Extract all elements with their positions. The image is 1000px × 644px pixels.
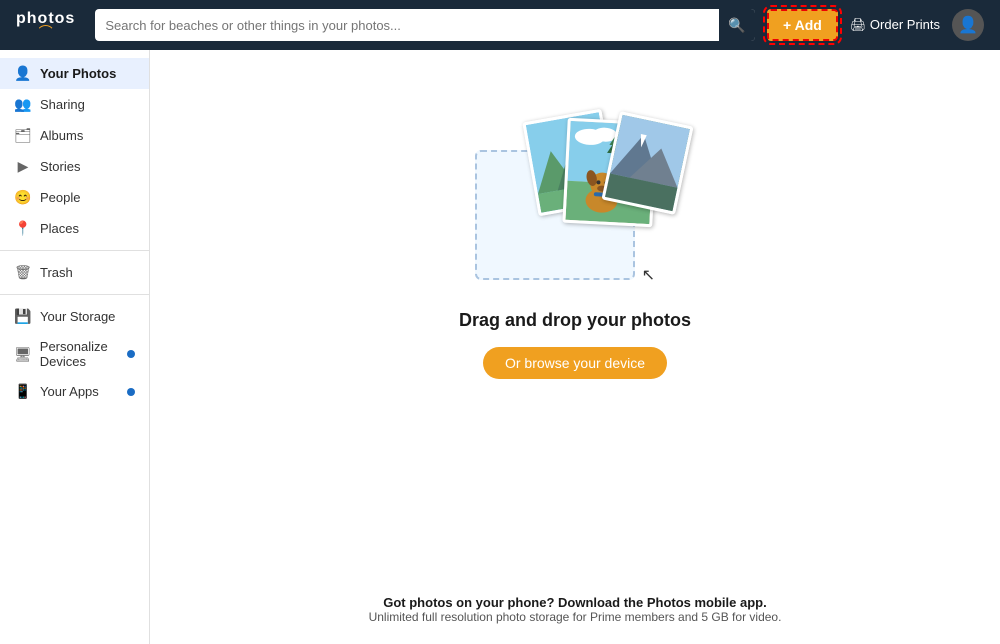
footer-sub-text: Unlimited full resolution photo storage … xyxy=(369,610,782,624)
photo-stack xyxy=(525,110,685,265)
sidebar-item-your-apps[interactable]: 📱 Your Apps xyxy=(0,376,149,407)
devices-notification-dot xyxy=(127,350,135,358)
drop-zone-area: ↖ Drag and drop your photos Or browse yo… xyxy=(459,110,691,379)
sidebar-item-albums[interactable]: 🗂 Albums xyxy=(0,120,149,151)
sidebar-label-sharing: Sharing xyxy=(40,97,85,112)
drag-drop-title: Drag and drop your photos xyxy=(459,310,691,331)
sidebar-label-stories: Stories xyxy=(40,159,80,174)
apps-icon: 📱 xyxy=(14,383,32,400)
sidebar-item-sharing[interactable]: 👥 Sharing xyxy=(0,89,149,120)
sidebar: 👤 Your Photos 👥 Sharing 🗂 Albums ▶ Stori… xyxy=(0,50,150,644)
sidebar-label-your-photos: Your Photos xyxy=(40,66,116,81)
sidebar-divider-2 xyxy=(0,294,149,295)
sidebar-label-your-apps: Your Apps xyxy=(40,384,99,399)
sidebar-item-people[interactable]: 😊 People xyxy=(0,182,149,213)
footer-text: Got photos on your phone? Download the P… xyxy=(369,595,782,624)
people-icon: 😊 xyxy=(14,189,32,206)
storage-icon: 💾 xyxy=(14,308,32,325)
sidebar-item-places[interactable]: 📍 Places xyxy=(0,213,149,244)
places-icon: 📍 xyxy=(14,220,32,237)
sidebar-item-your-photos[interactable]: 👤 Your Photos xyxy=(0,58,149,89)
main-layout: 👤 Your Photos 👥 Sharing 🗂 Albums ▶ Stori… xyxy=(0,50,1000,644)
apps-notification-dot xyxy=(127,388,135,396)
sidebar-divider xyxy=(0,250,149,251)
cursor-icon: ↖ xyxy=(642,265,655,285)
footer-main-text: Got photos on your phone? Download the P… xyxy=(383,595,766,610)
person-icon: 👤 xyxy=(14,65,32,82)
browse-device-button[interactable]: Or browse your device xyxy=(483,347,667,379)
sharing-icon: 👥 xyxy=(14,96,32,113)
trash-icon: 🗑 xyxy=(14,264,32,281)
sidebar-label-trash: Trash xyxy=(40,265,73,280)
sidebar-item-trash[interactable]: 🗑 Trash xyxy=(0,257,149,288)
sidebar-label-places: Places xyxy=(40,221,79,236)
sidebar-item-personalize-devices[interactable]: 🖥 Personalize Devices xyxy=(0,332,149,376)
photo-illustration: ↖ xyxy=(465,110,685,290)
avatar-button[interactable]: 👤 xyxy=(952,9,984,41)
sidebar-label-personalize-devices: Personalize Devices xyxy=(40,339,119,369)
logo: photos ⌒ xyxy=(16,11,75,39)
sidebar-item-stories[interactable]: ▶ Stories xyxy=(0,151,149,182)
sidebar-label-your-storage: Your Storage xyxy=(40,309,115,324)
search-input[interactable] xyxy=(95,18,719,33)
add-button[interactable]: + Add xyxy=(767,9,838,41)
sidebar-item-your-storage[interactable]: 💾 Your Storage xyxy=(0,301,149,332)
search-button[interactable]: 🔍 xyxy=(719,9,755,41)
header: photos ⌒ 🔍 + Add 🖨 Order Prints 👤 xyxy=(0,0,1000,50)
order-prints-button[interactable]: 🖨 Order Prints xyxy=(850,17,940,33)
album-icon: 🗂 xyxy=(14,127,32,144)
sidebar-label-people: People xyxy=(40,190,80,205)
sidebar-label-albums: Albums xyxy=(40,128,83,143)
stories-icon: ▶ xyxy=(14,158,32,175)
logo-arrow: ⌒ xyxy=(39,25,53,39)
content-area: ↖ Drag and drop your photos Or browse yo… xyxy=(150,50,1000,644)
devices-icon: 🖥 xyxy=(14,346,32,363)
search-bar: 🔍 xyxy=(95,9,755,41)
